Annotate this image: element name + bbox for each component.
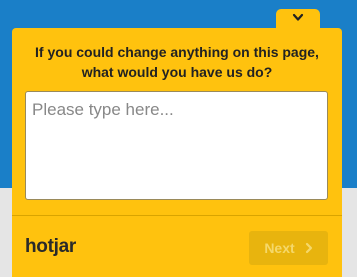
- footer-divider: [12, 215, 342, 216]
- feedback-poll-panel: If you could change anything on this pag…: [12, 28, 342, 277]
- next-button-label: Next: [264, 240, 295, 256]
- hotjar-logo: hotjar: [25, 236, 76, 257]
- chevron-down-icon: [292, 13, 304, 21]
- poll-question: If you could change anything on this pag…: [35, 44, 319, 80]
- answer-textarea[interactable]: [25, 91, 328, 200]
- next-button[interactable]: Next: [249, 231, 328, 265]
- chevron-right-icon: [305, 242, 312, 254]
